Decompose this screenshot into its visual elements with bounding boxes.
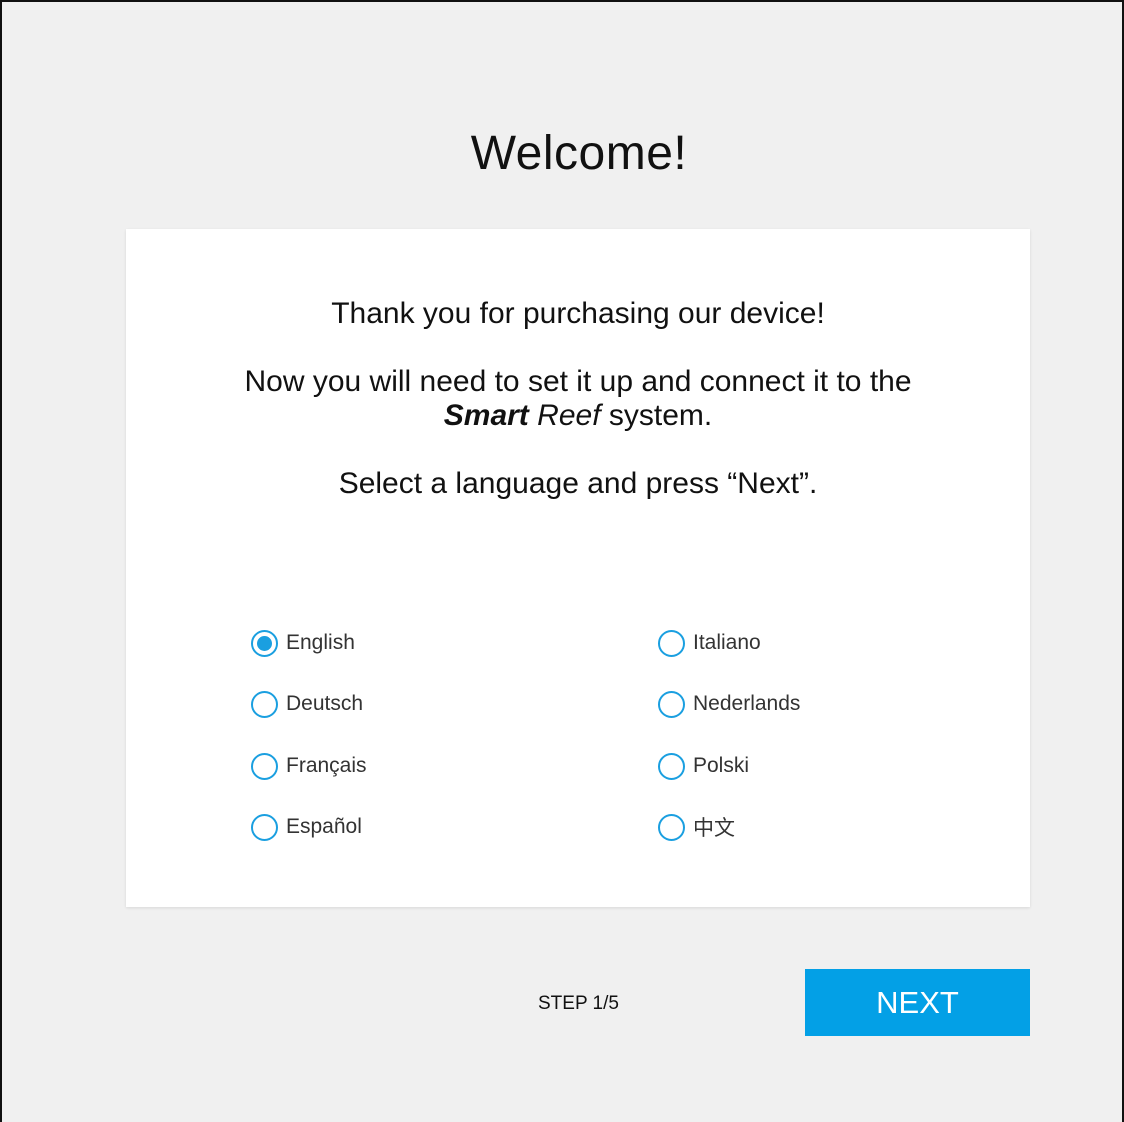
language-option-nederlands[interactable]: Nederlands xyxy=(658,688,800,720)
brand-reef: Reef xyxy=(537,399,601,432)
language-label: Polski xyxy=(693,754,750,777)
language-label: Français xyxy=(286,754,367,777)
radio-button[interactable] xyxy=(251,813,278,841)
radio-button[interactable] xyxy=(251,690,278,718)
language-label: 中文 xyxy=(693,817,735,840)
language-option-deutsch[interactable]: Deutsch xyxy=(251,688,363,720)
radio-button[interactable] xyxy=(658,752,685,780)
language-option-espanol[interactable]: Español xyxy=(251,811,362,843)
radio-button-selected[interactable] xyxy=(251,629,278,657)
language-label: Italiano xyxy=(693,631,761,654)
language-option-english[interactable]: English xyxy=(251,627,355,659)
language-label: English xyxy=(286,631,355,654)
language-option-chinese[interactable]: 中文 xyxy=(658,811,735,843)
system-word: system. xyxy=(608,399,713,432)
radio-button[interactable] xyxy=(658,690,685,718)
setup-instruction-line: Now you will need to set it up and conne… xyxy=(244,365,912,398)
language-option-francais[interactable]: Français xyxy=(251,750,367,782)
select-language-instruction: Select a language and press “Next”. xyxy=(338,467,818,500)
radio-button[interactable] xyxy=(658,629,685,657)
radio-button[interactable] xyxy=(251,752,278,780)
language-label: Español xyxy=(286,815,362,838)
language-label: Nederlands xyxy=(693,692,801,715)
step-indicator: STEP 1/5 xyxy=(538,993,619,1014)
radio-button[interactable] xyxy=(658,813,685,841)
language-label: Deutsch xyxy=(286,692,364,715)
setup-window: Welcome! Thank you for purchasing our de… xyxy=(0,0,1124,1122)
next-button[interactable]: NEXT xyxy=(805,969,1030,1036)
thank-you-message: Thank you for purchasing our device! xyxy=(331,297,825,330)
welcome-card: Thank you for purchasing our device! Now… xyxy=(126,229,1030,907)
language-option-italiano[interactable]: Italiano xyxy=(658,627,761,659)
language-option-polski[interactable]: Polski xyxy=(658,750,749,782)
brand-smart: Smart xyxy=(443,399,529,432)
page-title: Welcome! xyxy=(470,127,688,181)
setup-instruction-brand-line: Smart Reef system. xyxy=(126,399,1030,433)
